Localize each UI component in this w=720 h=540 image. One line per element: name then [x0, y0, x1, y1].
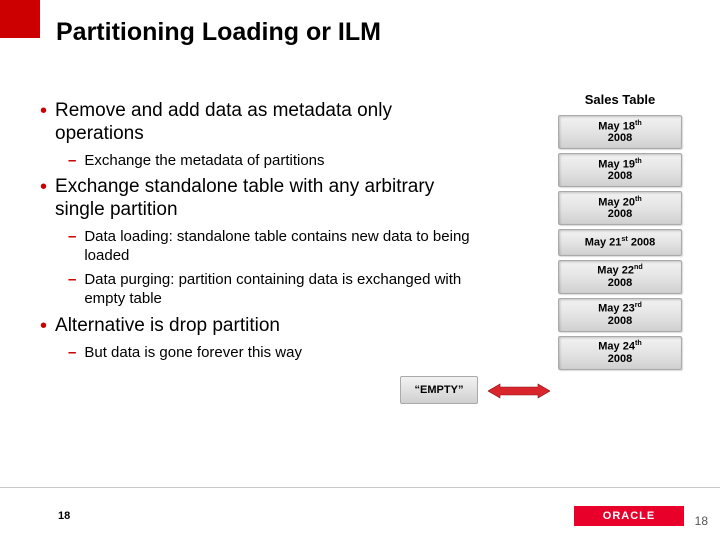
page-number-left: 18	[58, 510, 70, 522]
bullet-1-text: Remove and add data as metadata only ope…	[55, 100, 470, 146]
sales-table-graphic: Sales Table May 18th2008 May 19th2008 Ma…	[550, 92, 690, 374]
bullet-2-sub-2: – Data purging: partition containing dat…	[68, 271, 470, 309]
empty-partition-box: “EMPTY”	[400, 376, 478, 404]
bullet-3-sub-1: – But data is gone forever this way	[68, 344, 470, 363]
bullet-2-sub-1-text: Data loading: standalone table contains …	[84, 228, 470, 266]
partition-3: May 20th2008	[558, 191, 682, 225]
bullet-3-text: Alternative is drop partition	[55, 315, 280, 338]
bullet-2-sub-2-text: Data purging: partition containing data …	[84, 271, 470, 309]
bullet-dot: •	[40, 176, 47, 222]
body-content: • Remove and add data as metadata only o…	[40, 100, 470, 368]
partition-6: May 23rd2008	[558, 298, 682, 332]
partition-7: May 24th2008	[558, 336, 682, 370]
partition-4: May 21st 2008	[558, 229, 682, 256]
partition-2: May 19th2008	[558, 153, 682, 187]
bullet-1-sub-1-text: Exchange the metadata of partitions	[84, 152, 324, 171]
bullet-2-text: Exchange standalone table with any arbit…	[55, 176, 470, 222]
bullet-dot: •	[40, 315, 47, 338]
bullet-1: • Remove and add data as metadata only o…	[40, 100, 470, 146]
red-corner-block	[0, 0, 40, 38]
bullet-dot: •	[40, 100, 47, 146]
sub-dash: –	[68, 152, 76, 171]
sub-dash: –	[68, 228, 76, 266]
bullet-3-sub-1-text: But data is gone forever this way	[84, 344, 302, 363]
exchange-arrow-icon	[488, 382, 550, 400]
sub-dash: –	[68, 271, 76, 309]
page-number-right: 18	[695, 514, 708, 528]
bullet-3: • Alternative is drop partition	[40, 315, 470, 338]
partition-1: May 18th2008	[558, 115, 682, 149]
sales-table-title: Sales Table	[550, 92, 690, 107]
partition-5: May 22nd2008	[558, 260, 682, 294]
oracle-logo: ORACLE	[574, 506, 684, 526]
bullet-2-sub-1: – Data loading: standalone table contain…	[68, 228, 470, 266]
sub-dash: –	[68, 344, 76, 363]
oracle-logo-text: ORACLE	[603, 510, 655, 522]
slide-title: Partitioning Loading or ILM	[56, 18, 381, 47]
bullet-2: • Exchange standalone table with any arb…	[40, 176, 470, 222]
bullet-1-sub-1: – Exchange the metadata of partitions	[68, 152, 470, 171]
footer-separator	[0, 487, 720, 488]
